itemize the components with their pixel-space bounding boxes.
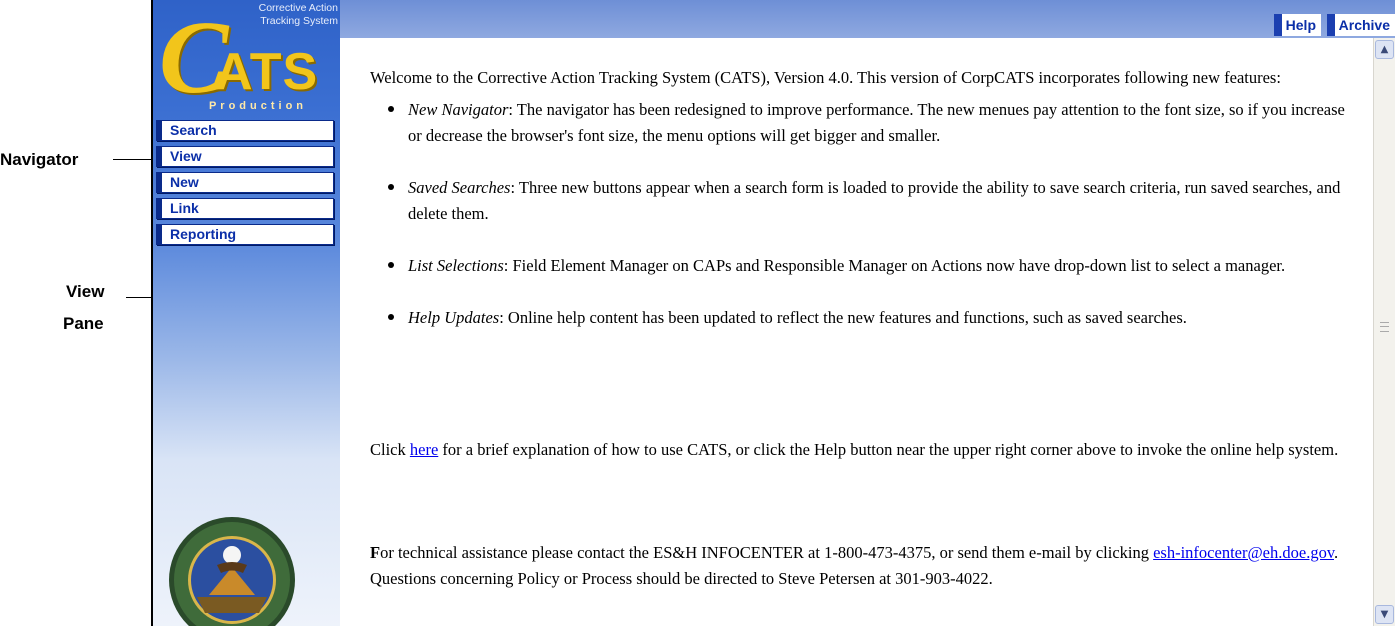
view-pane: Welcome to the Corrective Action Trackin… (340, 38, 1373, 626)
archive-button[interactable]: Archive (1326, 14, 1395, 36)
sidebar-item-new[interactable]: New (156, 172, 334, 193)
drop-cap: F (370, 543, 381, 562)
bullet-icon (388, 106, 394, 112)
help-prefix-text: Click (370, 440, 410, 459)
chevron-up-icon[interactable]: ▲ (1375, 40, 1394, 59)
environment-label: Production (208, 100, 308, 112)
sidebar-item-view[interactable]: View (156, 146, 334, 167)
feature-name: New Navigator (408, 100, 509, 119)
bullet-icon (388, 262, 394, 268)
here-link[interactable]: here (410, 440, 438, 459)
feature-name: List Selections (408, 256, 504, 275)
view-pane-callout-view: View (66, 282, 105, 301)
help-suffix-text: for a brief explanation of how to use CA… (438, 440, 1339, 459)
cats-logo-ats: ATS (215, 43, 319, 101)
view-pane-callout-pane: Pane (63, 314, 104, 333)
navigator-callout: Navigator (0, 150, 79, 169)
list-item: List Selections: Field Element Manager o… (385, 253, 1345, 279)
navigator-callout-line (113, 159, 151, 160)
sidebar-item-search[interactable]: Search (156, 120, 334, 141)
intro-paragraph: Welcome to the Corrective Action Trackin… (370, 68, 1281, 87)
logo-subtitle-line1: Corrective Action (258, 2, 338, 14)
help-paragraph: Click here for a brief explanation of ho… (353, 437, 1355, 463)
list-item: Help Updates: Online help content has be… (385, 305, 1345, 331)
feature-description: : Field Element Manager on CAPs and Resp… (503, 256, 1286, 275)
bullet-icon (388, 184, 394, 190)
feature-name: Saved Searches (408, 178, 511, 197)
feature-description: : Online help content has been updated t… (499, 308, 1187, 327)
scroll-grip-icon[interactable] (1380, 322, 1389, 332)
help-button[interactable]: Help (1273, 14, 1321, 36)
vertical-scrollbar[interactable]: ▲ ▼ (1373, 38, 1395, 626)
top-header-bar: Help Archive (340, 0, 1395, 38)
bullet-icon (388, 314, 394, 320)
list-item: Saved Searches: Three new buttons appear… (385, 175, 1345, 227)
logo-subtitle: Corrective Action Tracking System (223, 2, 338, 28)
contact-prefix-text: or technical assistance please contact t… (380, 543, 1154, 562)
feature-name: Help Updates (408, 308, 500, 327)
chevron-down-icon[interactable]: ▼ (1375, 605, 1394, 624)
feature-description: : Three new buttons appear when a search… (408, 178, 1341, 223)
cats-app-window: Corrective Action Tracking System C ATS … (151, 0, 1395, 626)
sidebar-item-reporting[interactable]: Reporting (156, 224, 334, 245)
list-item: New Navigator: The navigator has been re… (385, 97, 1345, 149)
sidebar-item-link[interactable]: Link (156, 198, 334, 219)
feature-list: New Navigator: The navigator has been re… (385, 97, 1345, 357)
logo-subtitle-line2: Tracking System (260, 15, 338, 27)
doe-seal-icon (169, 517, 295, 626)
email-link[interactable]: esh-infocenter@eh.doe.gov (1153, 543, 1334, 562)
feature-description: : The navigator has been redesigned to i… (408, 100, 1345, 145)
navigator-sidebar: Corrective Action Tracking System C ATS … (153, 0, 340, 626)
contact-paragraph: For technical assistance please contact … (353, 540, 1355, 592)
